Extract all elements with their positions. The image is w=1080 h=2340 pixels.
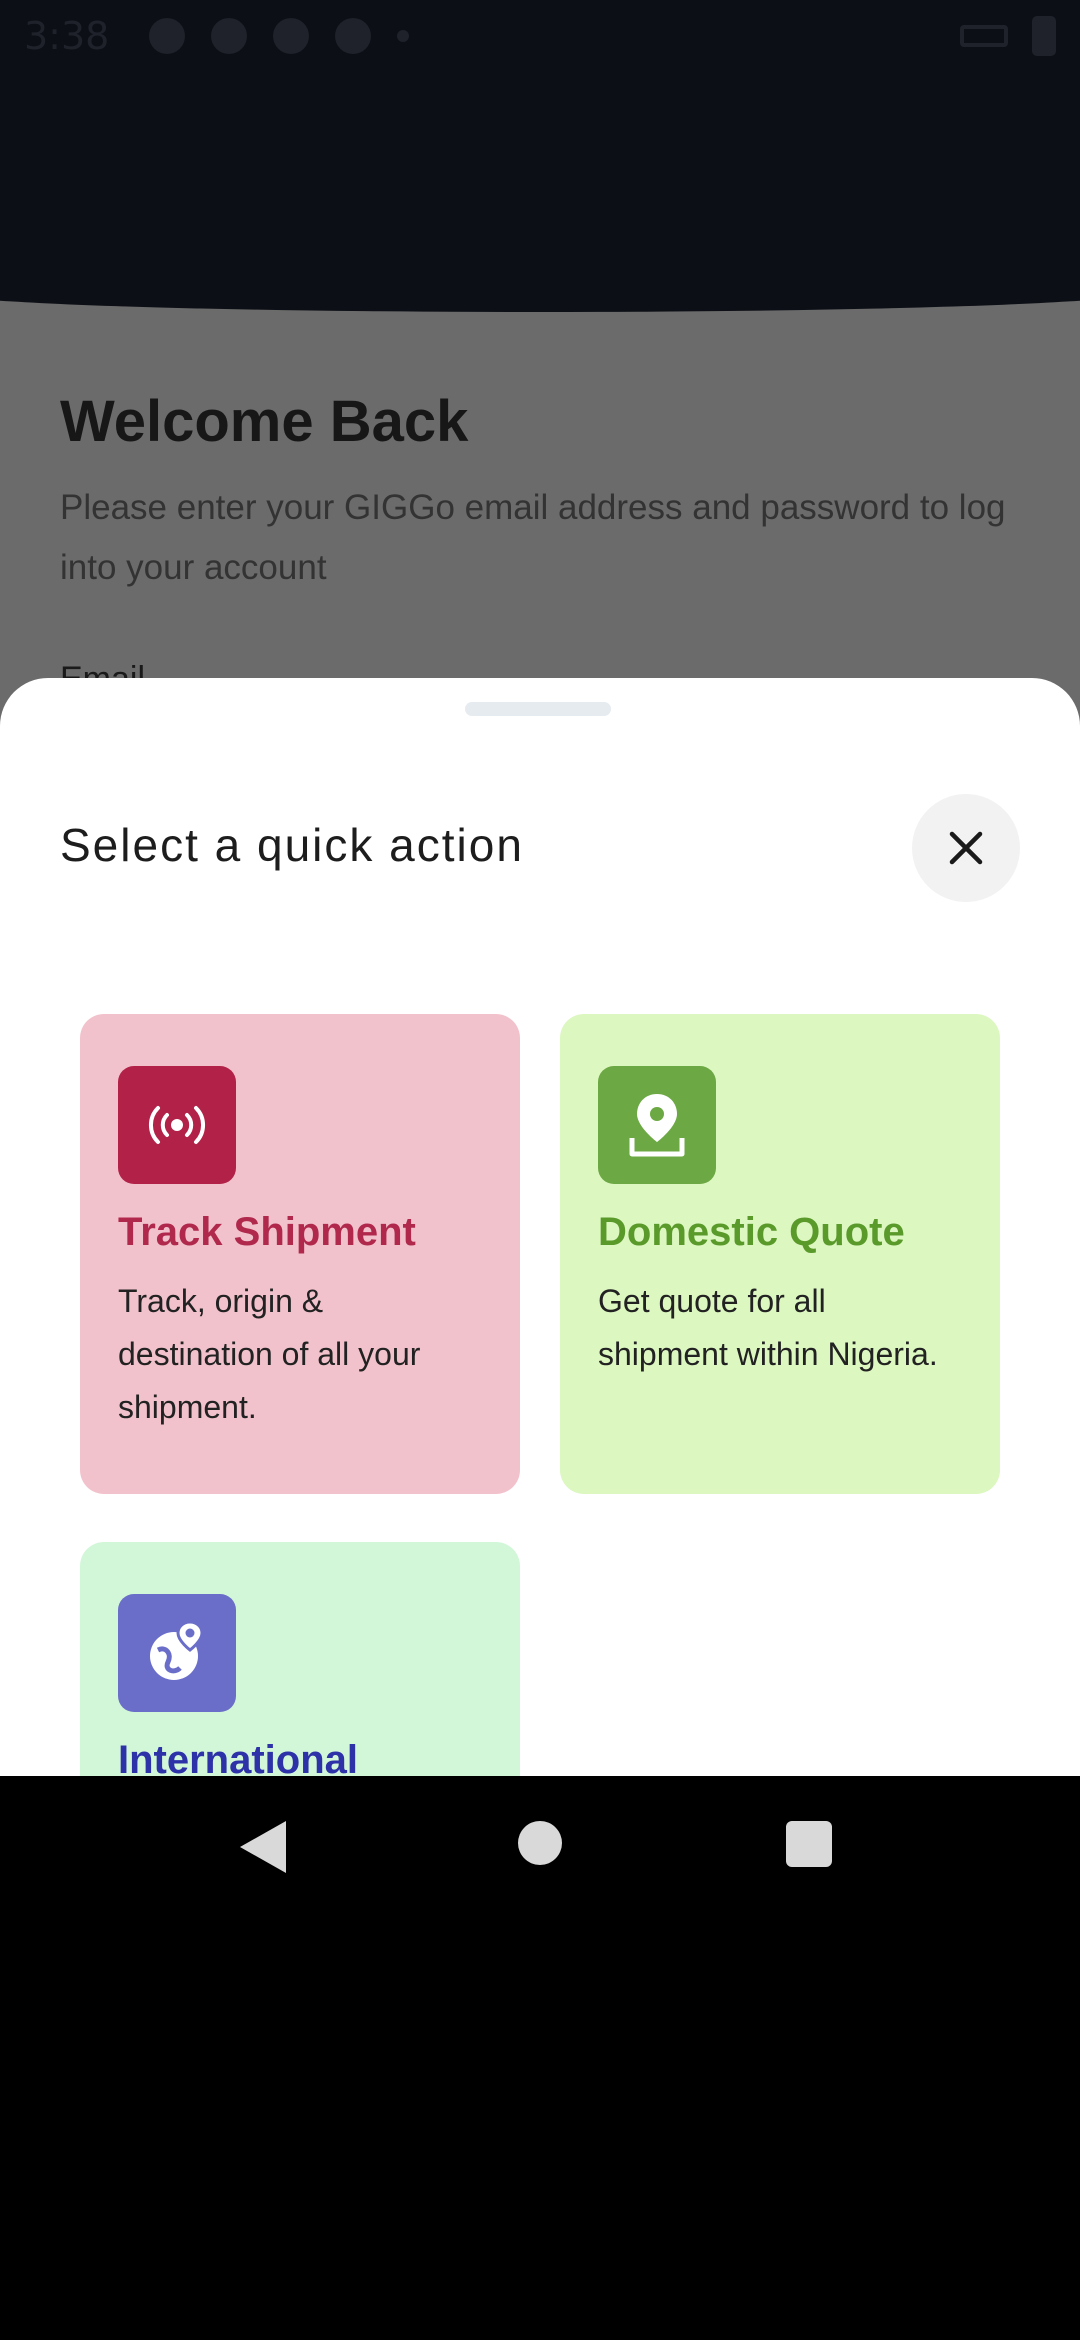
close-button[interactable] [912, 794, 1020, 902]
status-time: 3:38 [24, 14, 110, 58]
quick-action-sheet: Select a quick action Track Shipment Tra… [0, 678, 1080, 1776]
track-shipment-description: Track, origin & destination of all your … [118, 1283, 421, 1425]
domestic-quote-card[interactable]: Domestic Quote Get quote for all shipmen… [560, 1014, 1000, 1494]
data-arrows-icon [960, 25, 1008, 47]
battery-icon [1032, 16, 1056, 56]
welcome-subtitle: Please enter your GIGGo email address an… [60, 488, 1006, 587]
track-icon-box [118, 1066, 236, 1184]
domestic-quote-description: Get quote for all shipment within Nigeri… [598, 1283, 938, 1372]
international-title: International [118, 1738, 359, 1776]
track-shipment-card[interactable]: Track Shipment Track, origin & destinati… [80, 1014, 520, 1494]
international-card[interactable]: International [80, 1542, 520, 1776]
globe-icon [335, 18, 372, 54]
close-icon [949, 831, 983, 865]
location-pin-icon [629, 1094, 685, 1157]
back-triangle-icon[interactable] [240, 1821, 286, 1873]
sheet-title: Select a quick action [60, 819, 524, 871]
system-nav-bar [0, 1776, 1080, 1918]
track-shipment-title: Track Shipment [118, 1210, 416, 1254]
status-right [960, 16, 1056, 56]
home-circle-icon[interactable] [518, 1821, 562, 1865]
international-icon-box [118, 1594, 236, 1712]
app-icon [273, 18, 310, 54]
signal-broadcast-icon [148, 1106, 206, 1144]
globe-pin-icon [150, 1620, 204, 1680]
domestic-quote-title: Domestic Quote [598, 1210, 905, 1254]
play-icon [149, 18, 186, 54]
status-bar: 3:38 [0, 0, 1080, 72]
recents-square-icon[interactable] [786, 1821, 832, 1867]
notification-icon [211, 18, 248, 54]
welcome-title: Welcome Back [60, 389, 469, 454]
dot-icon [397, 30, 410, 42]
sheet-drag-handle[interactable] [465, 702, 611, 716]
domestic-icon-box [598, 1066, 716, 1184]
